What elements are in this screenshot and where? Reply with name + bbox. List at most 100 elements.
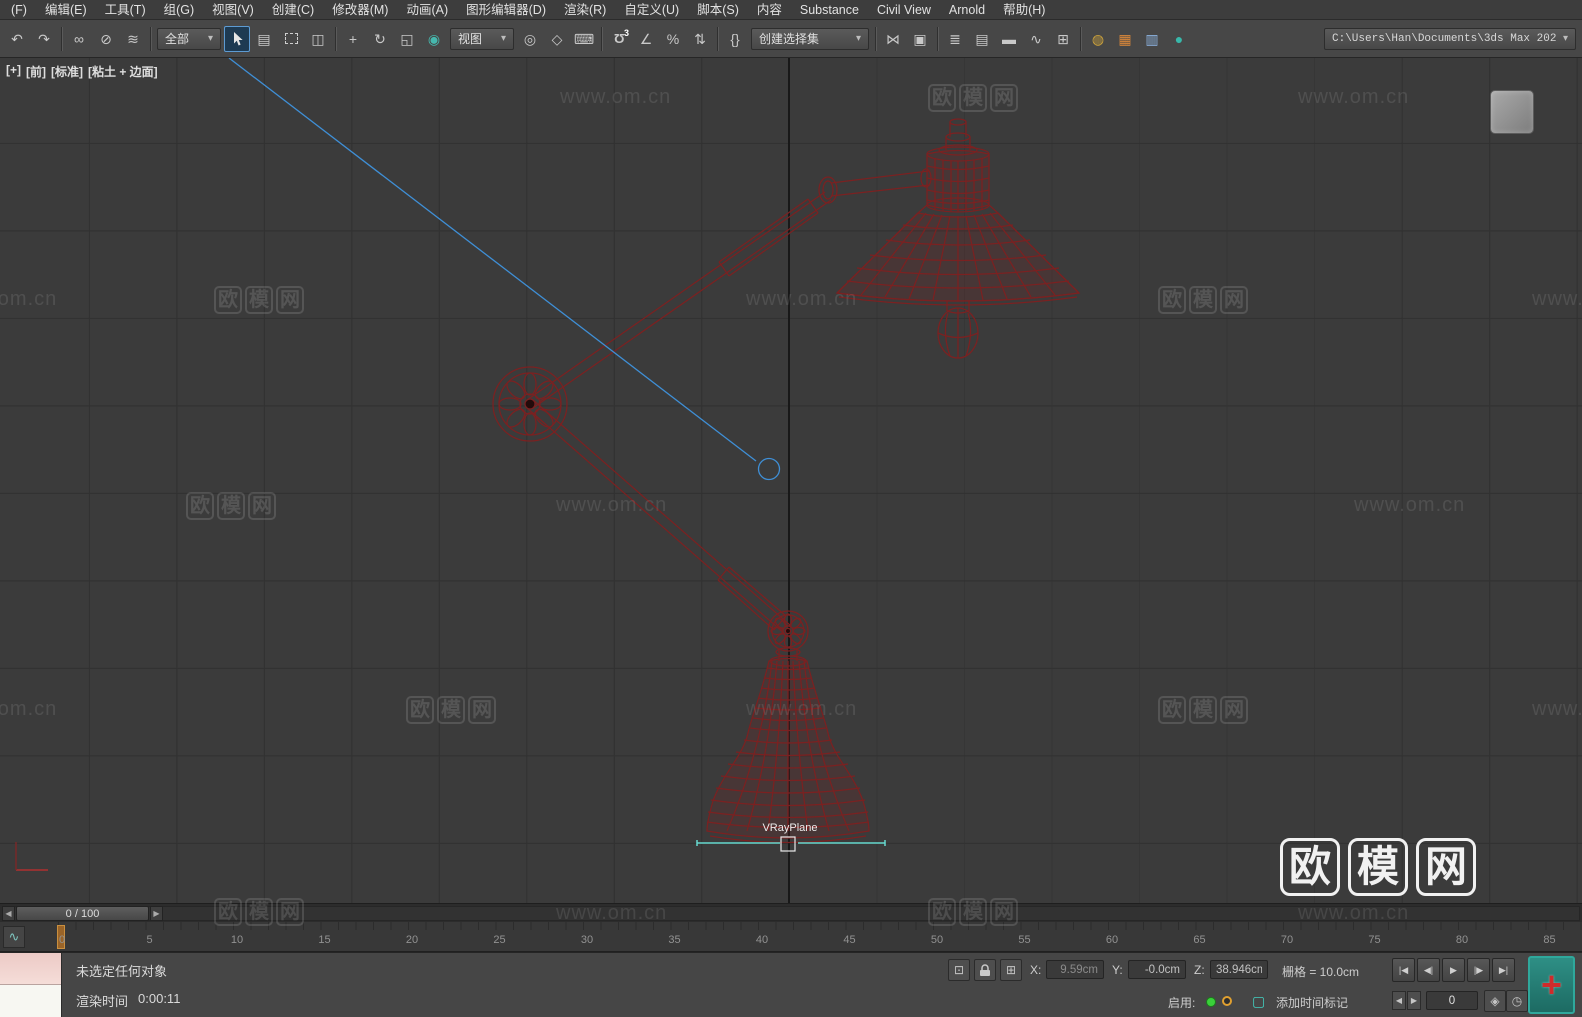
listener-macro-pane[interactable] [0,953,61,985]
window-crossing-toggle[interactable]: ◫ [305,26,331,52]
time-configuration-button[interactable]: ◷ [1506,990,1528,1012]
menu-item-7[interactable]: 动画(A) [397,0,457,20]
undo-button[interactable]: ↶ [4,26,30,52]
use-pivot-center-button[interactable]: ◎ [517,26,543,52]
time-slider-track[interactable] [2,906,1580,921]
x-coordinate-field[interactable] [1046,960,1104,979]
select-object-button[interactable] [224,25,250,52]
z-coordinate-field[interactable] [1210,960,1268,979]
unlink-selection-button[interactable]: ⊘ [93,26,119,52]
spinner-snap-toggle[interactable]: ⇅ [687,26,713,52]
lock-selection-toggle[interactable] [974,959,996,981]
rendered-frame-window-button[interactable]: ▥ [1139,26,1165,52]
maxscript-mini-listener[interactable] [0,953,62,1017]
menu-item-2[interactable]: 工具(T) [96,0,155,20]
menu-item-16[interactable]: 帮助(H) [994,0,1054,20]
time-slider-next-button[interactable]: ▶ [150,906,163,921]
layer-explorer-toggle[interactable]: ▤ [969,26,995,52]
scene-explorer-toggle[interactable]: ≣ [942,26,968,52]
chevron-down-icon: ▾ [1562,33,1568,44]
frame-number-field[interactable] [1426,991,1478,1010]
angle-snap-toggle[interactable]: ∠ [633,26,659,52]
select-and-scale-button[interactable]: ◱ [394,26,420,52]
named-selection-sets-button[interactable]: {} [722,26,748,52]
render-setup-button[interactable]: ▦ [1112,26,1138,52]
isolate-selection-toggle[interactable]: ⊡ [948,959,970,981]
menu-item-6[interactable]: 修改器(M) [323,0,397,20]
frame-back-button[interactable]: ◀ [1392,991,1406,1010]
goto-start-icon: |◀ [1398,964,1409,975]
render-production-button[interactable]: ● [1166,26,1192,52]
material-editor-button[interactable]: ◍ [1085,26,1111,52]
add-time-tag-button[interactable]: 添加时间标记 [1276,994,1348,1011]
viewcube[interactable] [1490,90,1534,134]
selection-filter-dropdown[interactable]: 全部 ▾ [157,27,221,50]
big-plus-button[interactable]: + [1528,956,1575,1014]
y-coordinate-field[interactable] [1128,960,1186,979]
align-button[interactable]: ▣ [907,26,933,52]
menu-item-3[interactable]: 组(G) [155,0,204,20]
lamp-wireframe[interactable] [492,118,1081,844]
menu-item-8[interactable]: 图形编辑器(D) [457,0,555,20]
mirror-button[interactable]: ⋈ [880,26,906,52]
menu-item-13[interactable]: Substance [791,0,868,20]
menu-item-14[interactable]: Civil View [868,0,940,20]
frame-number: 75 [1368,934,1381,946]
next-frame-button[interactable]: |▶ [1467,958,1490,982]
menu-item-12[interactable]: 内容 [748,0,791,20]
play-button[interactable]: ▶ [1442,958,1465,982]
select-and-link-button[interactable]: ∞ [66,26,92,52]
select-and-manipulate-button[interactable]: ◇ [544,26,570,52]
select-and-rotate-button[interactable]: ↻ [367,26,393,52]
chevron-down-icon: ▾ [207,33,213,44]
menu-item-0[interactable]: (F) [2,0,36,20]
dashed-region-icon [284,33,298,44]
viewport-standard-menu[interactable]: [标准] [51,63,83,80]
time-slider[interactable]: ◀ 0 / 100 ▶ [0,903,1582,922]
select-and-place-button[interactable]: ◉ [421,26,447,52]
reference-coordinate-dropdown[interactable]: 视图 ▾ [450,27,514,50]
viewport-scene[interactable] [0,58,1582,903]
time-slider-prev-button[interactable]: ◀ [2,906,15,921]
keyboard-shortcut-override-toggle[interactable]: ⌨ [571,26,597,52]
menu-item-15[interactable]: Arnold [940,0,994,20]
goto-start-button[interactable]: |◀ [1392,958,1415,982]
rectangular-selection-region-button[interactable] [278,26,304,52]
menu-item-11[interactable]: 脚本(S) [688,0,748,20]
trackbar[interactable]: ∿ 0 5 10 15 20 25 30 35 40 45 50 55 60 65 70 75 80 85 [0,922,1582,952]
select-and-move-button[interactable]: + [340,26,366,52]
viewport-menu-plus[interactable]: [+] [6,63,21,80]
goto-end-button[interactable]: ▶| [1492,958,1515,982]
undo-button-icon: ↶ [11,30,23,47]
menu-item-1[interactable]: 编辑(E) [36,0,96,20]
viewport-shading-menu[interactable]: [粘土 + 边面] [88,63,158,80]
named-selection-dropdown-label: 创建选择集 [759,32,820,46]
lock-icon [980,963,990,976]
select-by-name-button[interactable]: ▤ [251,26,277,52]
menu-item-4[interactable]: 视图(V) [203,0,263,20]
frame-forward-button[interactable]: ▶ [1407,991,1421,1010]
redo-button[interactable]: ↷ [31,26,57,52]
menu-item-5[interactable]: 创建(C) [263,0,323,20]
time-slider-handle[interactable]: 0 / 100 [16,906,149,921]
cube-icon[interactable]: ▢ [1252,993,1265,1010]
project-path-dropdown[interactable]: C:\Users\Han\Documents\3ds Max 2022 ▾ [1324,27,1576,50]
clock-icon: ◷ [1511,994,1523,1008]
grid-size-label: 栅格 = 10.0cm [1282,965,1360,979]
ribbon-toggle[interactable]: ▬ [996,26,1022,52]
curve-editor-button[interactable]: ∿ [1023,26,1049,52]
snaps-toggle[interactable]: Ω3 [606,26,632,52]
absolute-mode-toggle[interactable]: ⊞ [1000,959,1022,981]
menu-item-9[interactable]: 渲染(R) [555,0,615,20]
percent-snap-toggle[interactable]: % [660,26,686,52]
bind-to-space-warp-button[interactable]: ≋ [120,26,146,52]
menu-item-10[interactable]: 自定义(U) [615,0,688,20]
key-mode-toggle[interactable]: ◈ [1484,990,1506,1012]
listener-script-pane[interactable] [0,985,61,1017]
viewport-view-menu[interactable]: [前] [26,63,46,80]
select-by-name-button-icon: ▤ [257,30,271,47]
viewport-front[interactable]: [+] [前] [标准] [粘土 + 边面] VRayPlane [0,58,1582,903]
named-selection-dropdown[interactable]: 创建选择集 ▾ [751,27,869,50]
previous-frame-button[interactable]: ◀| [1417,958,1440,982]
schematic-view-button[interactable]: ⊞ [1050,26,1076,52]
